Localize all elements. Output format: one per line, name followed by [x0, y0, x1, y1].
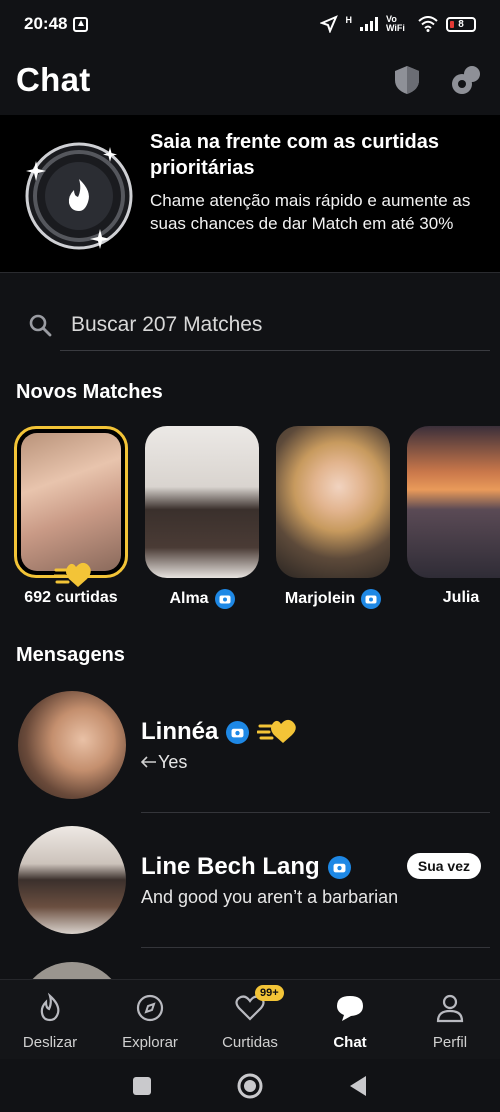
match-name-text: Alma — [169, 590, 209, 607]
match-card-alma[interactable]: Alma — [145, 426, 259, 609]
match-card-likes[interactable]: 692 curtidas — [14, 426, 128, 606]
search-matches[interactable]: Buscar 207 Matches — [28, 300, 490, 350]
priority-likes-banner[interactable]: Saia na frente com as curtidas prioritár… — [0, 115, 500, 273]
nav-label: Curtidas — [222, 1034, 278, 1051]
person-icon — [436, 994, 464, 1023]
nav-label: Deslizar — [22, 1034, 78, 1051]
page-title: Chat — [16, 61, 91, 98]
signal-icon — [360, 17, 378, 31]
status-time: 20:48 — [24, 14, 68, 33]
message-divider — [141, 812, 490, 813]
contact-name: Line Bech Lang — [141, 853, 351, 881]
nav-label: Chat — [333, 1034, 367, 1051]
chat-bubble-icon — [337, 996, 363, 1021]
message-row-line-bech-lang[interactable]: Line Bech Lang Sua vez And good you aren… — [0, 826, 500, 936]
nav-perfil[interactable]: Perfil — [400, 980, 500, 1059]
network-type: H — [345, 15, 353, 25]
verified-camera-icon — [226, 720, 250, 744]
avatar — [18, 826, 126, 934]
recents-square-icon[interactable] — [132, 1076, 152, 1096]
nav-label: Perfil — [432, 1034, 468, 1051]
volte-label: Vo WiFi — [386, 14, 405, 33]
back-triangle-icon[interactable] — [348, 1075, 368, 1097]
likes-count-label: 692 curtidas — [24, 589, 118, 606]
battery-icon: 8 — [446, 16, 476, 32]
messages-title: Mensagens — [16, 644, 125, 666]
upload-icon — [73, 16, 89, 32]
shield-icon[interactable] — [392, 64, 422, 96]
message-divider — [141, 947, 490, 948]
system-nav-bar — [0, 1059, 500, 1112]
compass-icon — [136, 994, 164, 1022]
likes-count-badge: 99+ — [255, 985, 284, 1001]
gold-heart-icon — [257, 719, 297, 743]
contact-name-text: Linnéa — [141, 718, 219, 745]
flame-icon — [40, 992, 60, 1022]
reply-arrow-icon — [140, 756, 156, 768]
match-photo — [145, 426, 259, 578]
nav-label: Explorar — [122, 1034, 178, 1051]
contact-name: Linnéa — [141, 718, 299, 746]
home-circle-icon[interactable] — [236, 1072, 264, 1100]
location-arrow-icon — [319, 15, 338, 33]
contact-name-text: Line Bech Lang — [141, 853, 320, 880]
battery-level: 8 — [458, 18, 464, 30]
verified-camera-icon — [327, 855, 351, 879]
likes-photo — [14, 426, 128, 578]
match-name-text: Julia — [442, 589, 480, 606]
message-preview: And good you aren’t a barbarian — [141, 887, 399, 907]
bottom-nav: Deslizar Explorar 99+ Curtidas Chat Perf… — [0, 979, 500, 1059]
search-icon — [29, 314, 52, 337]
your-turn-badge: Sua vez — [406, 853, 481, 879]
status-bar: 20:48 H Vo WiFi 8 — [0, 0, 500, 48]
nav-chat[interactable]: Chat — [300, 980, 400, 1059]
promo-body: Chame atenção mais rápido e aumente as s… — [150, 191, 471, 233]
priority-flame-badge-icon — [25, 142, 133, 250]
verified-camera-icon — [361, 589, 382, 609]
nav-curtidas[interactable]: 99+ Curtidas — [200, 980, 300, 1059]
match-card-marjolein[interactable]: Marjolein — [276, 426, 390, 609]
wifi-icon — [418, 16, 438, 32]
match-photo — [407, 426, 500, 578]
nav-deslizar[interactable]: Deslizar — [0, 980, 100, 1059]
new-matches-title: Novos Matches — [16, 381, 163, 403]
matchmaker-icon[interactable] — [450, 64, 484, 96]
match-name: Marjolein — [276, 589, 390, 609]
search-input[interactable]: Buscar 207 Matches — [71, 313, 262, 337]
gold-heart-icon — [54, 562, 91, 587]
match-name: Julia — [407, 589, 500, 607]
match-photo — [276, 426, 390, 578]
avatar — [18, 691, 126, 799]
search-underline — [60, 350, 490, 351]
match-card-julia[interactable]: Julia — [407, 426, 500, 606]
message-preview-text: Yes — [158, 752, 188, 772]
message-row-partial[interactable] — [0, 962, 500, 979]
message-preview: Yes — [140, 752, 188, 773]
match-name-text: Marjolein — [284, 590, 356, 607]
message-row-linnea[interactable]: Linnéa Yes — [0, 691, 500, 801]
promo-title: Saia na frente com as curtidas prioritár… — [150, 131, 440, 179]
avatar — [18, 962, 126, 979]
match-name: Alma — [145, 589, 259, 609]
verified-camera-icon — [214, 589, 235, 609]
nav-explorar[interactable]: Explorar — [100, 980, 200, 1059]
match-name: 692 curtidas — [14, 589, 128, 607]
header: Chat — [0, 54, 500, 106]
